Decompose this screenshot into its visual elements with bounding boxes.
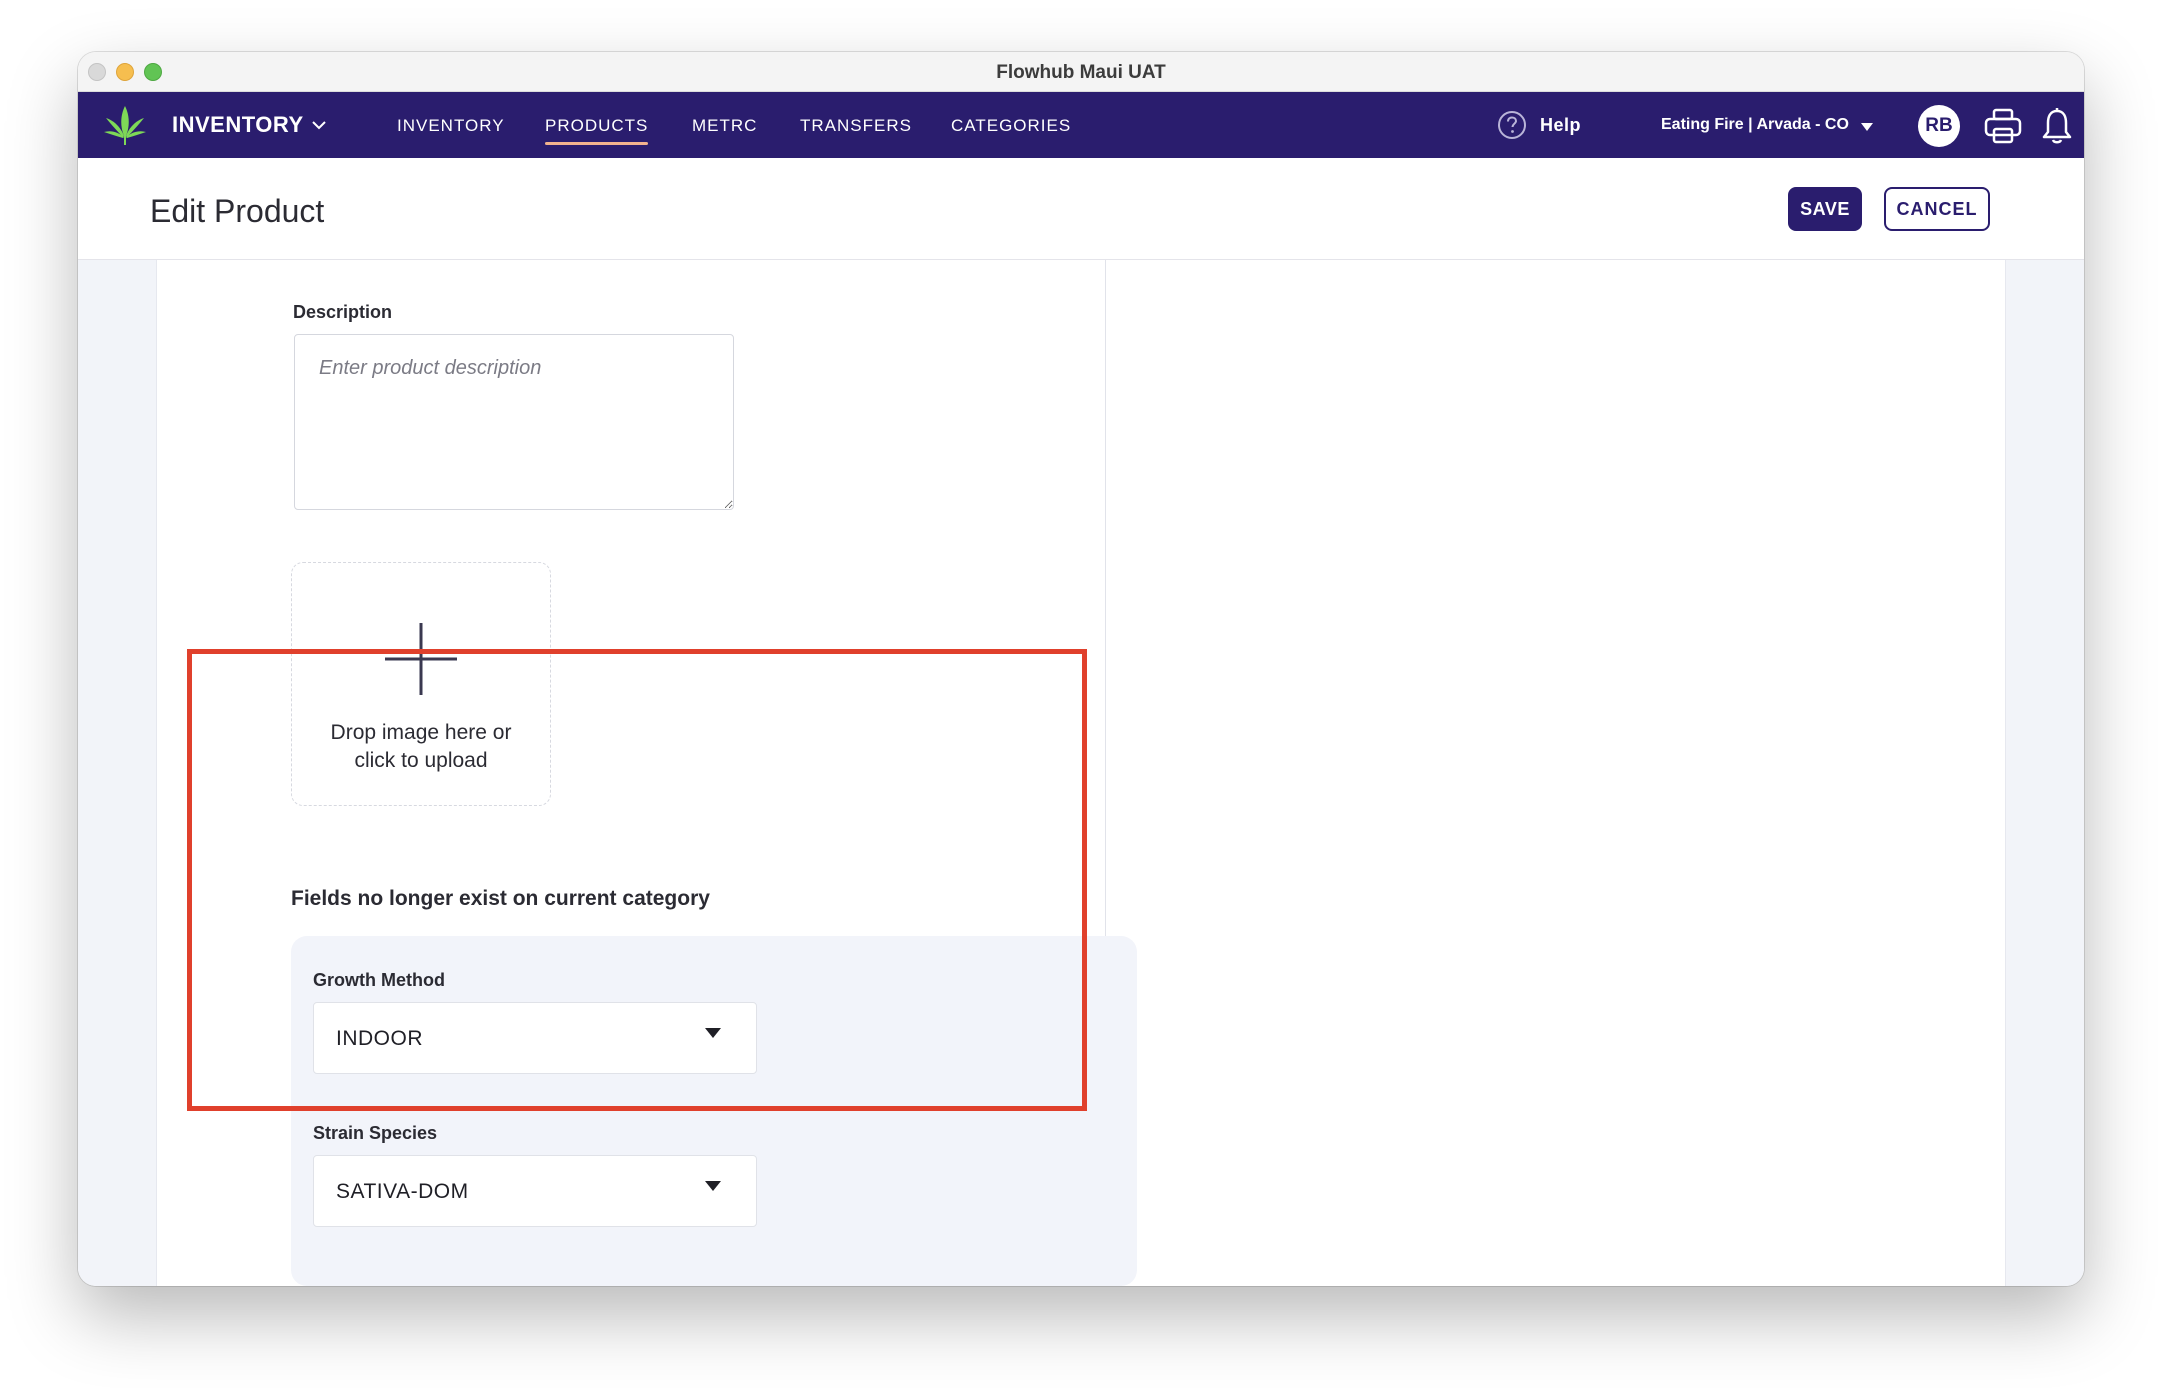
app-window: Flowhub Maui UAT INVENTORY INVENTORY PRO… bbox=[78, 52, 2084, 1286]
user-avatar[interactable]: RB bbox=[1918, 105, 1960, 147]
nav-item-products[interactable]: PRODUCTS bbox=[545, 116, 649, 145]
help-link[interactable]: Help bbox=[1540, 115, 1581, 136]
question-circle-icon[interactable] bbox=[1497, 110, 1527, 140]
top-navbar: INVENTORY INVENTORY PRODUCTS METRC TRANS… bbox=[78, 92, 2084, 158]
caret-down-icon[interactable] bbox=[1860, 122, 1874, 132]
description-input[interactable] bbox=[294, 334, 734, 510]
caret-down-icon bbox=[705, 1181, 721, 1191]
nav-item-inventory[interactable]: INVENTORY bbox=[397, 116, 505, 136]
printer-icon[interactable] bbox=[1983, 106, 2023, 146]
cannabis-leaf-icon[interactable] bbox=[102, 104, 148, 146]
strain-species-select[interactable]: SATIVA-DOM bbox=[313, 1155, 757, 1227]
window-titlebar: Flowhub Maui UAT bbox=[78, 52, 2084, 92]
nav-item-transfers[interactable]: TRANSFERS bbox=[800, 116, 912, 136]
app-switcher-label[interactable]: INVENTORY bbox=[172, 112, 304, 138]
store-selector[interactable]: Eating Fire | Arvada - CO bbox=[1661, 116, 1849, 134]
window-title: Flowhub Maui UAT bbox=[996, 62, 1166, 83]
nav-item-categories[interactable]: CATEGORIES bbox=[951, 116, 1071, 136]
page-header: Edit Product SAVE CANCEL bbox=[78, 158, 2084, 260]
chevron-down-icon[interactable] bbox=[310, 116, 328, 134]
strain-species-label: Strain Species bbox=[313, 1123, 438, 1143]
save-button[interactable]: SAVE bbox=[1788, 187, 1862, 231]
cancel-button[interactable]: CANCEL bbox=[1884, 187, 1990, 231]
strain-species-value: SATIVA-DOM bbox=[336, 1180, 469, 1203]
page-title: Edit Product bbox=[150, 193, 325, 229]
description-label: Description bbox=[293, 302, 393, 322]
bell-icon[interactable] bbox=[2041, 106, 2073, 146]
nav-item-metrc[interactable]: METRC bbox=[692, 116, 757, 136]
annotation-highlight-box bbox=[187, 649, 1087, 1111]
